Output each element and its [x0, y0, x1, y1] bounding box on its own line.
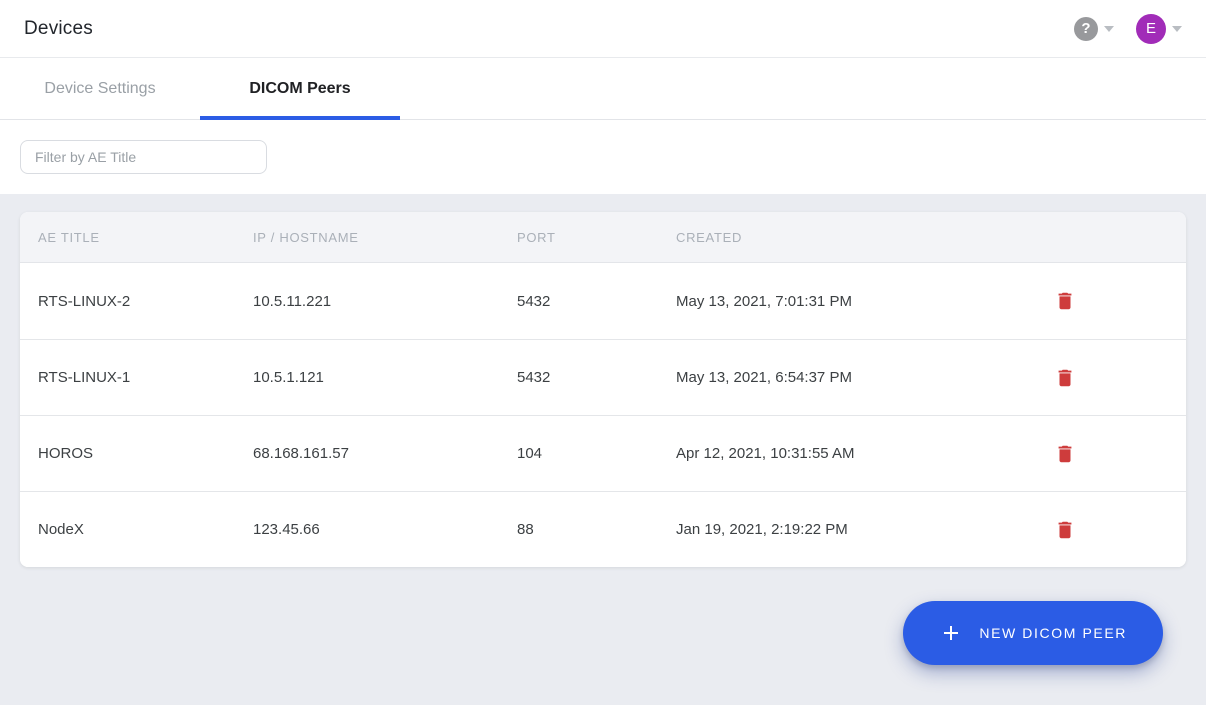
cell-ip: 10.5.1.121 — [253, 369, 324, 386]
column-header-ip-hostname: IP / HOSTNAME — [253, 229, 359, 245]
delete-peer-button[interactable] — [1052, 287, 1078, 315]
cell-created: Jan 19, 2021, 2:19:22 PM — [676, 521, 848, 538]
dicom-peers-table: AE TITLE IP / HOSTNAME PORT CREATED RTS-… — [20, 212, 1186, 567]
trash-icon — [1058, 292, 1072, 310]
table-row: RTS-LINUX-2 10.5.11.221 5432 May 13, 202… — [20, 263, 1186, 339]
cell-created: May 13, 2021, 6:54:37 PM — [676, 369, 852, 386]
cell-created: Apr 12, 2021, 10:31:55 AM — [676, 445, 855, 462]
table-row: HOROS 68.168.161.57 104 Apr 12, 2021, 10… — [20, 415, 1186, 491]
fab-label: NEW DICOM PEER — [979, 625, 1127, 641]
plus-icon — [944, 626, 959, 640]
app-header: Devices ? E — [0, 0, 1206, 58]
new-dicom-peer-button[interactable]: NEW DICOM PEER — [903, 601, 1163, 665]
active-tab-indicator — [200, 116, 400, 120]
delete-peer-button[interactable] — [1052, 440, 1078, 468]
avatar[interactable]: E — [1136, 13, 1166, 44]
tab-dicom-peers[interactable]: DICOM Peers — [200, 58, 400, 120]
table-row: RTS-LINUX-1 10.5.1.121 5432 May 13, 2021… — [20, 339, 1186, 415]
trash-icon — [1058, 445, 1072, 462]
delete-peer-button[interactable] — [1052, 364, 1078, 392]
cell-ip: 10.5.11.221 — [253, 292, 332, 310]
trash-icon — [1058, 369, 1072, 386]
column-header-created: CREATED — [676, 229, 743, 245]
cell-ae-title: HOROS — [38, 445, 94, 462]
cell-created: May 13, 2021, 7:01:31 PM — [676, 292, 852, 310]
help-menu[interactable]: ? — [1074, 16, 1114, 41]
cell-port: 5432 — [517, 369, 551, 386]
cell-ip: 68.168.161.57 — [253, 445, 349, 462]
help-icon[interactable]: ? — [1074, 16, 1098, 41]
page-title: Devices — [24, 17, 93, 39]
column-header-ae-title: AE TITLE — [38, 229, 100, 245]
chevron-down-icon — [1104, 25, 1114, 32]
tab-label: DICOM Peers — [249, 79, 351, 97]
account-menu[interactable]: E — [1136, 13, 1182, 44]
table-row: NodeX 123.45.66 88 Jan 19, 2021, 2:19:22… — [20, 491, 1186, 567]
tab-device-settings[interactable]: Device Settings — [0, 58, 200, 119]
tab-label: Device Settings — [44, 79, 156, 97]
header-actions: ? E — [1074, 13, 1182, 44]
filter-bar — [0, 120, 1206, 194]
devices-page: Devices ? E Device Settings DICOM Peers — [0, 0, 1206, 705]
cell-ae-title: RTS-LINUX-1 — [38, 369, 131, 386]
chevron-down-icon — [1172, 25, 1182, 32]
trash-icon — [1058, 521, 1072, 538]
cell-ae-title: RTS-LINUX-2 — [38, 292, 131, 310]
cell-port: 5432 — [517, 292, 551, 310]
ae-title-filter-input[interactable] — [20, 140, 267, 174]
cell-ip: 123.45.66 — [253, 521, 320, 538]
cell-port: 104 — [517, 445, 543, 462]
column-header-port: PORT — [517, 229, 556, 245]
tab-bar: Device Settings DICOM Peers — [0, 58, 1206, 120]
delete-peer-button[interactable] — [1052, 516, 1078, 544]
cell-port: 88 — [517, 521, 534, 538]
cell-ae-title: NodeX — [38, 521, 84, 538]
table-header-row: AE TITLE IP / HOSTNAME PORT CREATED — [20, 212, 1186, 263]
